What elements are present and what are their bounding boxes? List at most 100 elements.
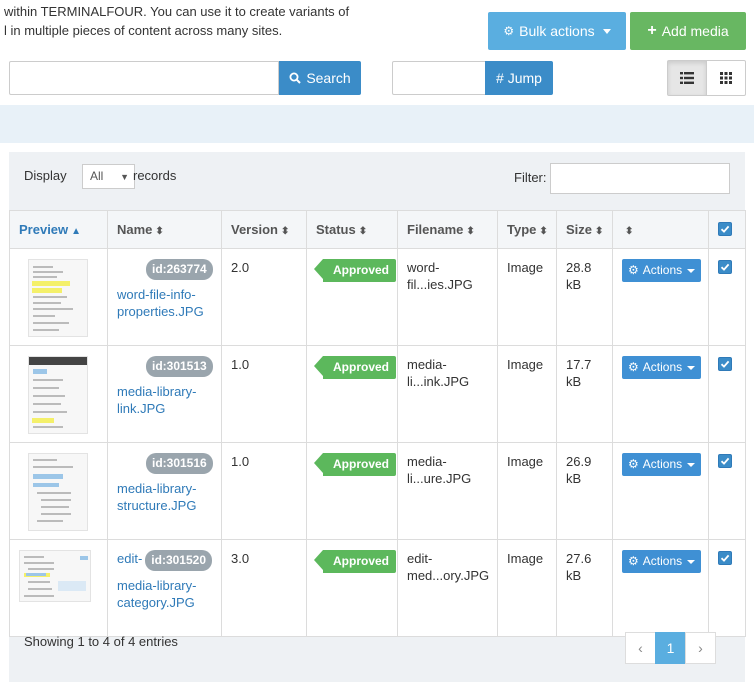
column-header-label: Size	[566, 222, 593, 237]
row-checkbox[interactable]	[718, 454, 732, 468]
media-name-link[interactable]: media-library-link.JPG	[117, 383, 213, 417]
table-row: id:301516 media-library-structure.JPG 1.…	[9, 442, 746, 540]
size-value: 28.8	[566, 260, 592, 275]
column-header-preview[interactable]: Preview ▲	[9, 210, 108, 249]
type-cell: Image	[497, 442, 557, 540]
status-badge: Approved	[313, 259, 397, 282]
records-label: records	[133, 168, 177, 183]
pagination: ‹ 1 ›	[625, 632, 716, 664]
search-button[interactable]: Search	[279, 61, 361, 95]
jump-input[interactable]	[392, 61, 486, 95]
check-icon	[720, 554, 730, 562]
sort-icon: ⬍	[358, 226, 368, 237]
column-header-size[interactable]: Size ⬍	[556, 210, 613, 249]
column-header-select-all[interactable]	[708, 210, 746, 249]
search-input[interactable]	[9, 61, 279, 95]
jump-label: # Jump	[496, 70, 542, 86]
size-value: 26.9	[566, 454, 592, 469]
preview-thumbnail[interactable]	[28, 453, 88, 531]
caret-down-icon	[687, 365, 696, 370]
row-actions-button[interactable]: ⚙ Actions	[622, 259, 702, 282]
caret-down-icon	[602, 28, 611, 34]
check-icon	[720, 263, 730, 271]
bulk-actions-label: Bulk actions	[519, 23, 595, 39]
status-cell: Approved	[306, 442, 398, 540]
preview-thumbnail[interactable]	[28, 259, 88, 337]
table-row: id:263774 word-file-info-properties.JPG …	[9, 248, 746, 346]
preview-cell	[9, 539, 108, 637]
version-cell: 1.0	[221, 442, 307, 540]
display-label: Display	[24, 168, 67, 183]
select-cell	[708, 539, 746, 637]
version-cell: 3.0	[221, 539, 307, 637]
select-all-checkbox[interactable]	[718, 222, 732, 236]
column-header-status[interactable]: Status ⬍	[306, 210, 398, 249]
records-per-page-select[interactable]: All ▼	[82, 164, 135, 189]
status-badge: Approved	[313, 356, 397, 379]
size-unit: kB	[566, 471, 582, 486]
id-badge: id:301516	[146, 453, 213, 474]
sort-icon: ⬍	[595, 226, 604, 237]
column-header-type[interactable]: Type ⬍	[497, 210, 557, 249]
select-cell	[708, 345, 746, 443]
add-media-button[interactable]: + Add media	[630, 12, 746, 50]
column-header-filename[interactable]: Filename ⬍	[397, 210, 498, 249]
filename-cell: edit-med...ory.JPG	[397, 539, 498, 637]
row-actions-button[interactable]: ⚙ Actions	[622, 550, 702, 573]
search-label: Search	[306, 70, 351, 86]
actions-cell: ⚙ Actions	[612, 442, 709, 540]
media-name-link[interactable]: edit-	[117, 550, 142, 567]
filename-part: med...ory.JPG	[407, 568, 490, 583]
sort-icon: ⬍	[466, 226, 475, 237]
filename-part: li...ink.JPG	[407, 374, 470, 389]
actions-label: Actions	[642, 554, 683, 568]
actions-label: Actions	[642, 263, 683, 277]
column-header-label: Status	[316, 222, 356, 237]
gear-icon: ⚙	[628, 263, 639, 277]
row-actions-button[interactable]: ⚙ Actions	[622, 453, 702, 476]
size-value: 27.6	[566, 551, 592, 566]
filter-input[interactable]	[550, 163, 730, 194]
size-unit: kB	[566, 374, 582, 389]
filename-part: media-	[407, 357, 447, 372]
media-name-link[interactable]: media-library-category.JPG	[117, 577, 213, 611]
column-header-name[interactable]: Name ⬍	[107, 210, 222, 249]
jump-button[interactable]: # Jump	[485, 61, 553, 95]
row-checkbox[interactable]	[718, 551, 732, 565]
pagination-prev-button[interactable]: ‹	[625, 632, 656, 664]
pagination-page-1[interactable]: 1	[655, 632, 686, 664]
column-header-actions[interactable]: ⬍	[612, 210, 709, 249]
records-per-page-value: All	[90, 169, 104, 183]
grid-view-button[interactable]	[707, 61, 745, 95]
media-name-link[interactable]: media-library-structure.JPG	[117, 480, 213, 514]
check-icon	[720, 225, 730, 233]
list-view-button[interactable]	[668, 61, 707, 95]
name-cell: id:301513 media-library-link.JPG	[107, 345, 222, 443]
preview-thumbnail[interactable]	[28, 356, 88, 434]
row-checkbox[interactable]	[718, 260, 732, 274]
pagination-next-button[interactable]: ›	[685, 632, 716, 664]
media-name-link[interactable]: word-file-info-properties.JPG	[117, 286, 213, 320]
size-unit: kB	[566, 568, 582, 583]
check-icon	[720, 360, 730, 368]
name-cell: id:301516 media-library-structure.JPG	[107, 442, 222, 540]
filename-part: word-	[407, 260, 440, 275]
select-arrow-icon: ▼	[120, 172, 129, 182]
filename-part: media-	[407, 454, 447, 469]
info-band	[0, 105, 754, 143]
name-part: media-library-	[117, 578, 197, 593]
name-part: category.JPG	[117, 595, 195, 610]
actions-label: Actions	[642, 360, 683, 374]
column-header-version[interactable]: Version ⬍	[221, 210, 307, 249]
select-cell	[708, 442, 746, 540]
table-row: edit- id:301520 media-library-category.J…	[9, 539, 746, 637]
bulk-actions-button[interactable]: ⚙ Bulk actions	[488, 12, 626, 50]
status-cell: Approved	[306, 345, 398, 443]
intro-text: within TERMINALFOUR. You can use it to c…	[4, 2, 474, 40]
plus-icon: +	[647, 22, 657, 39]
status-badge: Approved	[313, 550, 397, 573]
preview-thumbnail[interactable]	[19, 550, 91, 602]
row-actions-button[interactable]: ⚙ Actions	[622, 356, 702, 379]
row-checkbox[interactable]	[718, 357, 732, 371]
intro-line-2: l in multiple pieces of content across m…	[4, 23, 283, 38]
